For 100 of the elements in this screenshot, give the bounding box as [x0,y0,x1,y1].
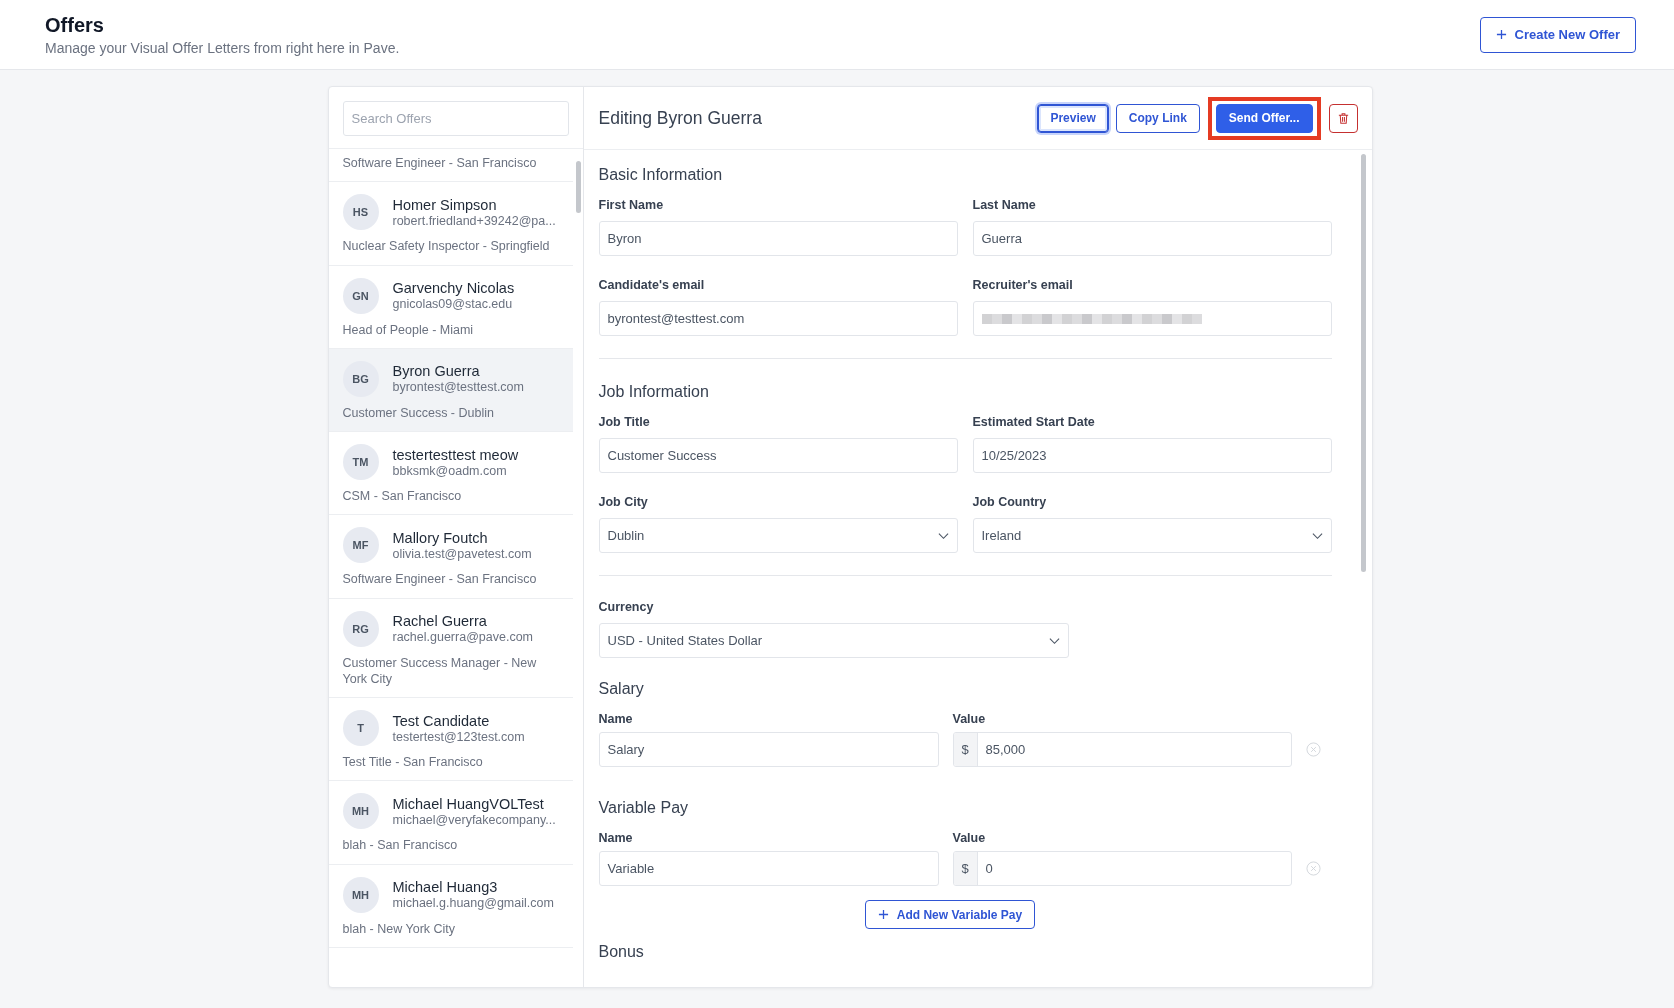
avatar: T [342,710,379,746]
select-field[interactable]: Dublin [598,518,958,553]
field-label: Estimated Start Date [972,415,1096,429]
field-label: Job Country [972,495,1048,509]
offer-item[interactable]: RG Rachel Guerra rachel.guerra@pave.com Customer Success Manager - New York City [328,598,573,698]
field-label: Candidate's email [598,278,706,292]
editor-title: Editing Byron Guerra [598,107,762,129]
job-role: CSM - San Francisco [342,488,463,505]
select-field[interactable]: USD - United States Dollar [598,623,1069,658]
page-subtitle: Manage your Visual Offer Letters from right here in Pave. [45,39,400,56]
plus-icon [877,909,889,920]
offer-item[interactable]: GN Garvenchy Nicolas gnicolas09@stac.edu Head of People - Miami [328,265,573,349]
candidate-email: michael@veryfakecompany... [392,812,556,827]
avatar: MH [342,876,379,913]
offer-item[interactable]: MH Michael HuangVOLTest michael@veryfakecompany... blah - San Francisco [328,781,573,865]
remove-icon[interactable] [1305,742,1321,757]
field-label: Recruiter's email [972,278,1074,292]
page-title: Offers [45,13,105,37]
plus-icon [1495,29,1507,40]
currency-symbol: $ [953,733,978,766]
offer-item[interactable]: Software Engineer - San Francisco [328,149,573,183]
offer-item[interactable]: TM testertesttest meow bbksmk@oadm.com CSM - San Francisco [328,432,573,516]
scrollbar[interactable] [1360,154,1366,572]
section-heading: Basic Information [598,166,724,184]
section-heading: Job Information [598,383,710,401]
text-field[interactable]: byrontest@testtest.com [598,301,958,336]
field-label: First Name [598,198,665,212]
add-variable-pay-button[interactable]: Add New Variable Pay [864,900,1036,929]
scrollbar[interactable] [575,161,581,213]
job-role: Customer Success Manager - New York City [342,654,538,687]
send-offer-button[interactable]: Send Offer... [1215,103,1313,133]
avatar: BG [342,360,379,397]
offer-item[interactable]: MH Michael Huang3 michael.g.huang@gmail.com blah - New York City [328,864,573,948]
job-role: Software Engineer - San Francisco [342,571,538,588]
amount-field[interactable]: $ 0 [952,851,1292,886]
amount-field[interactable]: $ 85,000 [952,732,1292,767]
offer-item[interactable]: T Test Candidate testertest@123test.com Test Title - San Francisco [328,698,573,782]
field-label: Value [952,712,987,726]
job-role: Customer Success - Dublin [342,404,495,421]
text-field[interactable]: Customer Success [598,438,958,473]
field-label: Job Title [598,415,651,429]
candidate-name: Michael Huang3 [392,879,499,895]
section-heading: Salary [598,680,645,698]
redacted-value-icon [981,311,1202,326]
job-role: blah - San Francisco [342,837,459,854]
offer-item[interactable]: BG Byron Guerra byrontest@testtest.com Customer Success - Dublin [328,348,573,432]
avatar: HS [342,194,379,231]
field-label: Last Name [972,198,1037,212]
candidate-email: robert.friedland+39242@pa... [392,213,556,228]
amount-value: 0 [984,860,993,878]
candidate-name: Byron Guerra [392,363,481,380]
action-button[interactable]: Preview [1037,103,1109,133]
candidate-email: gnicolas09@stac.edu [392,297,514,311]
currency-symbol: $ [953,852,978,885]
field-label: Currency [598,600,655,614]
offer-item[interactable]: HS Homer Simpson robert.friedland+39242@pa... Nuclear Safety Inspector - Springfield [328,182,573,266]
remove-icon[interactable] [1305,861,1321,876]
section-heading: Bonus [598,943,645,961]
text-field[interactable]: Guerra [972,221,1332,256]
candidate-email: rachel.guerra@pave.com [392,630,534,644]
candidate-email: michael.g.huang@gmail.com [392,896,554,910]
job-role: Software Engineer - San Francisco [342,155,538,172]
select-field[interactable]: Ireland [972,518,1332,553]
avatar: GN [342,277,379,314]
chevron-down-icon [1311,531,1323,540]
field-label: Name [598,831,634,845]
field-label: Name [598,712,634,726]
amount-value: 85,000 [984,741,1026,759]
chevron-down-icon [937,531,949,540]
create-offer-button[interactable]: Create New Offer [1479,16,1636,53]
candidate-name: Mallory Foutch [392,529,489,546]
candidate-name: Homer Simpson [392,196,498,213]
field-label: Job City [598,495,649,509]
job-role: Test Title - San Francisco [342,754,484,771]
candidate-email: testertest@123test.com [392,729,525,744]
action-button[interactable]: Copy Link [1115,103,1200,133]
avatar: TM [342,444,379,480]
text-field[interactable] [972,301,1332,336]
offer-item[interactable]: MF Mallory Foutch olivia.test@pavetest.com Software Engineer - San Francisco [328,515,573,599]
candidate-name: Rachel Guerra [392,613,488,629]
text-field[interactable]: 10/25/2023 [972,438,1332,473]
trash-icon [1336,111,1350,125]
job-role: Head of People - Miami [342,321,475,338]
candidate-name: Garvenchy Nicolas [392,280,515,296]
candidate-email: bbksmk@oadm.com [392,463,508,478]
text-field[interactable]: Salary [598,732,939,767]
field-label: Value [952,831,987,845]
candidate-email: olivia.test@pavetest.com [392,546,532,561]
text-field[interactable]: Variable [598,851,939,886]
job-role: blah - New York City [342,920,457,937]
avatar: MH [342,793,379,830]
search-field[interactable]: Search Offers [342,101,569,136]
delete-button[interactable] [1328,103,1358,133]
avatar: RG [342,610,379,647]
text-field[interactable]: Byron [598,221,958,256]
job-role: Nuclear Safety Inspector - Springfield [342,238,551,255]
candidate-email: byrontest@testtest.com [392,380,524,395]
section-heading: Variable Pay [598,799,690,817]
avatar: MF [342,527,379,564]
candidate-name: testertesttest meow [392,446,519,463]
